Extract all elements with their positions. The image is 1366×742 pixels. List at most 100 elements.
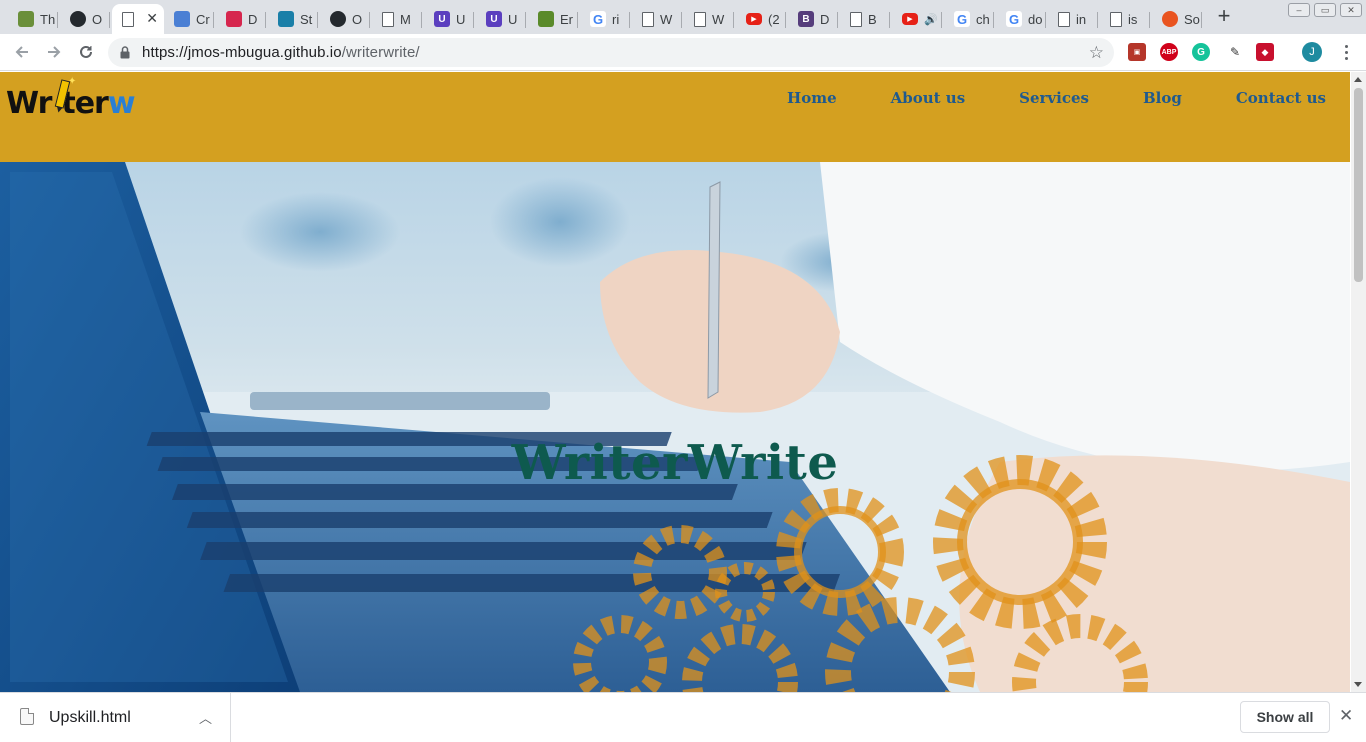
browser-tab[interactable]: in — [1048, 4, 1098, 34]
page-icon — [694, 11, 706, 27]
tab-separator — [1045, 12, 1046, 28]
tab-separator — [629, 12, 630, 28]
browser-tab[interactable]: W — [684, 4, 734, 34]
chevron-up-icon[interactable]: ︿ — [199, 708, 212, 727]
browser-tab[interactable]: D — [216, 4, 266, 34]
tab-separator — [213, 12, 214, 28]
browser-tab[interactable]: M — [372, 4, 422, 34]
browser-tab[interactable]: is — [1100, 4, 1150, 34]
tab-title: O — [92, 11, 103, 27]
reload-button[interactable] — [74, 40, 98, 64]
close-window-icon[interactable]: ✕ — [1340, 3, 1362, 17]
page-icon — [642, 11, 654, 27]
tab-separator — [1149, 12, 1150, 28]
tab-title: in — [1076, 11, 1087, 27]
adblock-extension-icon[interactable]: ABP — [1160, 43, 1178, 61]
tab-separator — [1097, 12, 1098, 28]
tab-separator — [57, 12, 58, 28]
plant-icon — [18, 11, 34, 27]
browser-menu-icon[interactable] — [1336, 42, 1356, 62]
nav-link-services[interactable]: Services — [1019, 89, 1089, 107]
browser-tab[interactable]: Gdo — [996, 4, 1046, 34]
browser-tab[interactable]: ▶ 🔊 — [892, 4, 942, 34]
nav-link-home[interactable]: Home — [787, 89, 837, 107]
google-icon: G — [954, 11, 970, 27]
tab-separator — [889, 12, 890, 28]
tab-separator — [317, 12, 318, 28]
tab-title: W — [712, 11, 725, 27]
site-header: Wr terw ✦ Home About us Services Blog Con… — [0, 72, 1350, 162]
browser-tab[interactable]: Th — [8, 4, 58, 34]
close-tab-icon[interactable]: ✕ — [146, 10, 158, 27]
browser-tab[interactable]: BD — [788, 4, 838, 34]
audio-playing-icon[interactable]: 🔊 — [924, 13, 938, 26]
bookmark-star-icon[interactable]: ☆ — [1089, 43, 1104, 63]
url-text: https://jmos-mbugua.github.io/writerwrit… — [142, 44, 420, 61]
tab-title: B — [868, 11, 877, 27]
browser-tab[interactable]: UU — [476, 4, 526, 34]
forward-button[interactable] — [42, 40, 66, 64]
grammarly-extension-icon[interactable]: G — [1192, 43, 1210, 61]
site-logo[interactable]: Wr terw ✦ — [6, 76, 136, 132]
tab-strip: Th O ✕ Cr D St O M U U U U Er Gri W W ▶ (2 B D B ▶ 🔊 Gch Gdo in is… — [0, 0, 1366, 34]
browser-tab[interactable]: Gri — [580, 4, 630, 34]
tag-extension-icon[interactable]: ◆ — [1256, 43, 1274, 61]
minimize-window-icon[interactable]: – — [1288, 3, 1310, 17]
back-button[interactable] — [10, 40, 34, 64]
tab-title: do — [1028, 11, 1043, 27]
tab-title: Th — [40, 11, 56, 27]
browser-tab[interactable]: Er — [528, 4, 578, 34]
page-icon — [122, 11, 134, 27]
browser-tab[interactable]: ✕ — [112, 4, 164, 34]
scrollbar-thumb[interactable] — [1354, 88, 1363, 282]
scroll-down-arrow-icon[interactable] — [1354, 682, 1362, 687]
browser-tab[interactable]: St — [268, 4, 318, 34]
tab-separator — [109, 12, 110, 28]
github-icon — [330, 11, 346, 27]
upwork-icon: U — [486, 11, 502, 27]
browser-tab[interactable]: Cr — [164, 4, 214, 34]
restore-window-icon[interactable]: ▭ — [1314, 3, 1336, 17]
profile-avatar[interactable]: J — [1302, 42, 1322, 62]
nav-link-contact-us[interactable]: Contact us — [1236, 89, 1326, 107]
browser-tab[interactable]: UU — [424, 4, 474, 34]
tab-separator — [681, 12, 682, 28]
sparkle-icon: ✦ — [68, 76, 76, 87]
browser-tab[interactable]: W — [632, 4, 682, 34]
browser-tab[interactable]: O — [320, 4, 370, 34]
browser-tab[interactable]: Gch — [944, 4, 994, 34]
tab-title: Cr — [196, 11, 210, 27]
nav-link-about-us[interactable]: About us — [891, 89, 966, 107]
tab-title: D — [248, 11, 258, 27]
eyedropper-extension-icon[interactable]: ✎ — [1226, 43, 1244, 61]
scroll-up-arrow-icon[interactable] — [1354, 77, 1362, 82]
tab-title: U — [456, 11, 466, 27]
tab-title: ri — [612, 11, 620, 27]
tab-title: (2 — [768, 11, 780, 27]
download-file-name: Upskill.html — [49, 709, 131, 726]
browser-tab[interactable]: B — [840, 4, 890, 34]
hero-banner: WriterWrite — [0, 162, 1350, 692]
nav-link-blog[interactable]: Blog — [1143, 89, 1182, 107]
tab-separator — [525, 12, 526, 28]
tab-title: Er — [560, 11, 573, 27]
tab-title: So — [1184, 11, 1200, 27]
download-shelf: Upskill.html ︿ Show all ✕ — [0, 692, 1366, 742]
save-extension-icon[interactable]: ▣ — [1128, 43, 1146, 61]
show-all-button[interactable]: Show all — [1240, 701, 1330, 733]
google-icon: G — [590, 11, 606, 27]
close-icon[interactable]: ✕ — [1339, 706, 1353, 726]
main-nav: Home About us Services Blog Contact us — [787, 89, 1326, 107]
download-item[interactable]: Upskill.html ︿ — [0, 693, 231, 742]
address-bar[interactable]: https://jmos-mbugua.github.io/writerwrit… — [108, 38, 1114, 67]
tab-title: is — [1128, 11, 1138, 27]
page-scrollbar[interactable] — [1351, 72, 1366, 692]
cloud-icon — [174, 11, 190, 27]
tab-title: ch — [976, 11, 990, 27]
browser-tab[interactable]: So — [1152, 4, 1202, 34]
google-icon: G — [1006, 11, 1022, 27]
browser-tab[interactable]: ▶ (2 — [736, 4, 786, 34]
browser-tab[interactable]: O — [60, 4, 110, 34]
new-tab-button[interactable]: + — [1212, 5, 1236, 29]
tab-separator — [369, 12, 370, 28]
